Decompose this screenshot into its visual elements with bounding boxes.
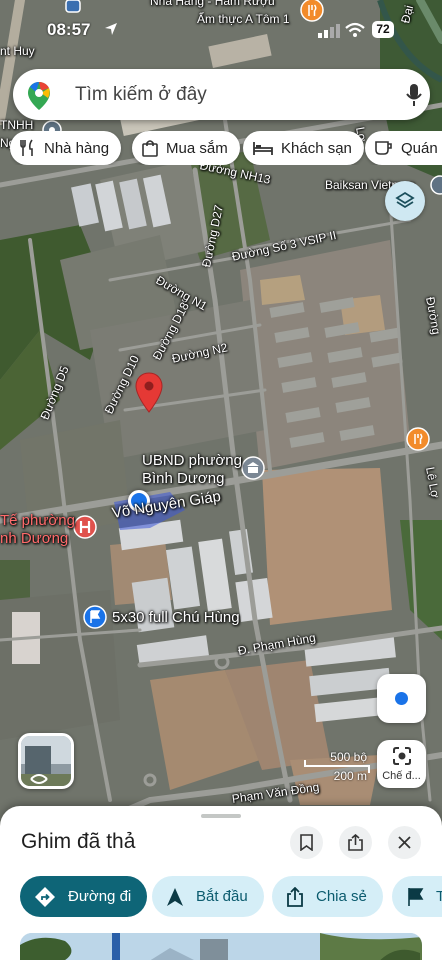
- chip-restaurants-label: Nhà hàng: [44, 139, 110, 157]
- cellular-signal-icon: [318, 24, 340, 38]
- shopping-bag-icon: [142, 140, 158, 157]
- street-view-preview-button[interactable]: [18, 733, 74, 789]
- hospital-icon[interactable]: [72, 514, 98, 540]
- start-label: Bắt đầu: [196, 888, 248, 905]
- label-ubnd-2: Bình Dương: [142, 470, 225, 487]
- location-arrow-icon: [105, 23, 117, 35]
- close-icon: [398, 836, 411, 849]
- chip-restaurants[interactable]: Nhà hàng: [10, 131, 122, 165]
- chip-shopping-label: Mua sắm: [166, 139, 228, 157]
- microphone-icon[interactable]: [406, 83, 422, 107]
- status-bar: 08:57 72: [0, 0, 442, 48]
- dropped-pin-icon[interactable]: [135, 372, 163, 414]
- bed-icon: [253, 142, 273, 155]
- share-action-icon: [287, 886, 303, 907]
- rotate-360-icon: [30, 774, 48, 784]
- share-action-label: Chia sẻ: [316, 888, 367, 905]
- directions-button[interactable]: Đường đi: [20, 876, 148, 917]
- battery-icon: 72: [372, 21, 394, 38]
- my-location-icon: [395, 692, 408, 705]
- maps-logo-icon: [28, 82, 50, 110]
- label-ubnd-1: UBND phường: [142, 452, 242, 469]
- wifi-icon: [345, 22, 365, 37]
- label-nh-duong: nh Dương: [0, 530, 69, 547]
- flag-action-button[interactable]: T: [392, 876, 442, 917]
- place-photo[interactable]: [20, 933, 422, 960]
- place-photo-image: [20, 933, 422, 960]
- chip-hotels[interactable]: Khách sạn: [243, 131, 364, 165]
- chip-coffee[interactable]: Quán c: [365, 131, 442, 165]
- chip-shopping[interactable]: Mua sắm: [132, 131, 240, 165]
- status-time: 08:57: [47, 20, 91, 39]
- my-location-button[interactable]: [377, 674, 426, 723]
- label-tnhh: TNHH: [0, 118, 34, 132]
- start-button[interactable]: Bắt đầu: [152, 876, 264, 917]
- directions-label: Đường đi: [68, 888, 132, 905]
- government-building-icon[interactable]: [240, 455, 266, 481]
- layers-icon: [395, 191, 415, 209]
- label-full-chu-hung: 5x30 full Chú Hùng: [112, 609, 240, 626]
- share-icon: [348, 834, 363, 851]
- directions-icon: [35, 886, 55, 907]
- flag-action-label: T: [436, 888, 442, 905]
- bottom-sheet[interactable]: Ghim đã thả Đường đi Bắt đầu Chia sẻ T: [0, 806, 442, 960]
- flag-place-icon[interactable]: [82, 604, 108, 630]
- search-input[interactable]: Tìm kiếm ở đây: [75, 84, 207, 106]
- search-bar[interactable]: Tìm kiếm ở đây: [13, 69, 430, 120]
- flag-icon: [408, 887, 424, 906]
- chip-coffee-label: Quán c: [401, 139, 442, 157]
- save-button[interactable]: [290, 826, 323, 859]
- share-button[interactable]: [339, 826, 372, 859]
- map-scale: 500 bộ 200 m: [304, 750, 370, 784]
- scale-imperial: 500 bộ: [330, 750, 367, 764]
- close-button[interactable]: [388, 826, 421, 859]
- layers-button[interactable]: [385, 181, 425, 221]
- sheet-title: Ghim đã thả: [21, 830, 136, 853]
- restaurant-place-icon-2[interactable]: [405, 426, 431, 452]
- coffee-icon: [375, 141, 392, 155]
- mode-button-label: Chế đ...: [382, 770, 421, 782]
- drag-handle[interactable]: [201, 814, 241, 818]
- fork-knife-icon: [20, 139, 33, 156]
- share-action-button[interactable]: Chia sẻ: [272, 876, 383, 917]
- navigation-arrow-icon: [167, 887, 183, 906]
- label-te-phuong: Tế phường: [0, 512, 75, 529]
- lens-icon: [393, 747, 411, 765]
- category-chips: Nhà hàng Mua sắm Khách sạn Quán c: [10, 131, 442, 165]
- place-pin-icon-right[interactable]: [430, 175, 442, 199]
- bookmark-icon: [300, 834, 313, 851]
- action-buttons: Đường đi Bắt đầu Chia sẻ T: [20, 876, 442, 918]
- scale-metric: 200 m: [333, 769, 367, 783]
- chip-hotels-label: Khách sạn: [281, 139, 352, 157]
- mode-button[interactable]: Chế đ...: [377, 740, 426, 788]
